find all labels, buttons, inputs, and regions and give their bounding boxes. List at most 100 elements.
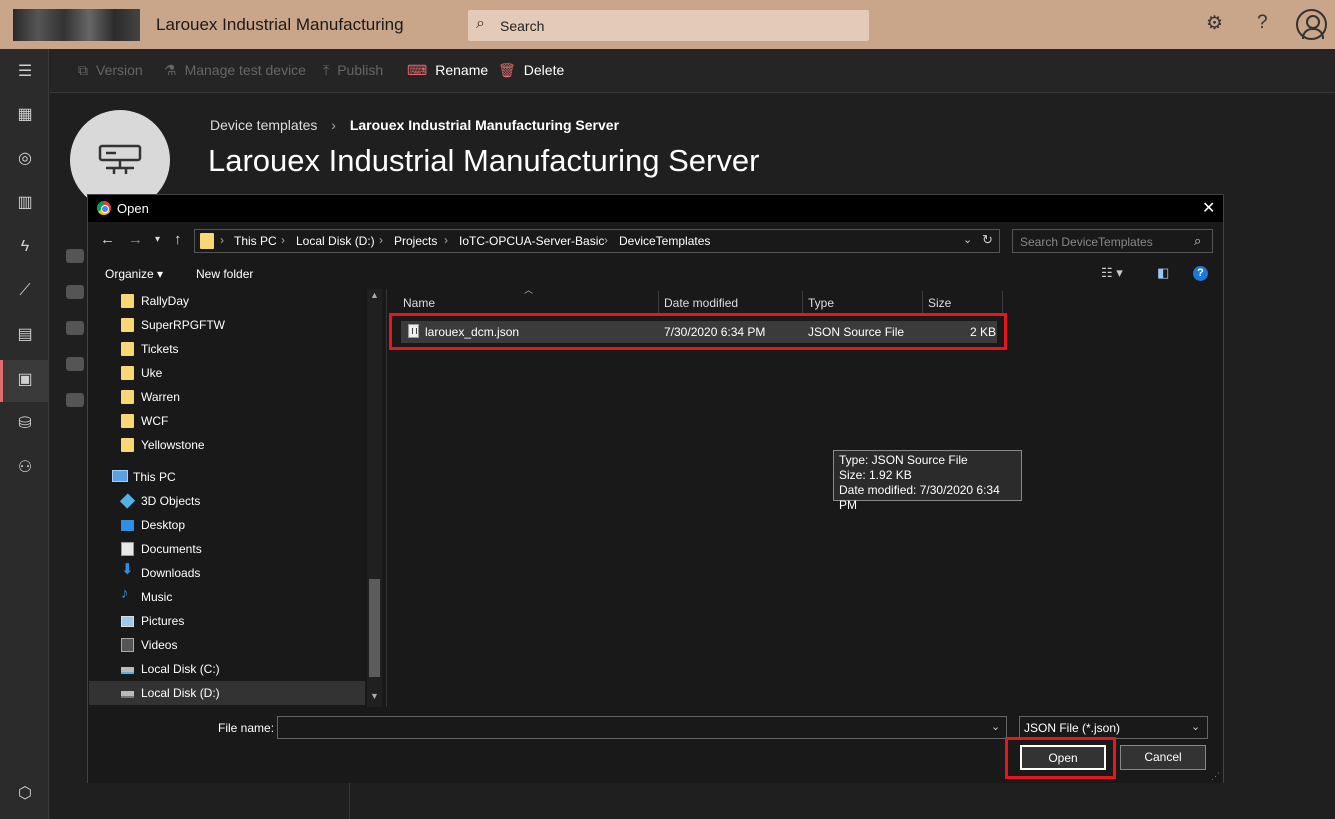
nav-item-warren[interactable]: Warren <box>89 385 365 409</box>
copy-icon: ⧉ <box>78 62 88 78</box>
file-type-select[interactable]: JSON File (*.json) ⌄ <box>1019 716 1208 739</box>
chrome-icon <box>97 201 111 215</box>
new-folder-button[interactable]: New folder <box>196 267 253 281</box>
folder-icon <box>121 318 134 332</box>
chevron-down-icon[interactable]: ⌄ <box>991 720 1000 733</box>
dialog-command-bar: Organize ▾ New folder ☷ ▾ ◧ ? <box>88 258 1223 288</box>
nav-item-desktop[interactable]: Desktop <box>89 513 365 537</box>
nav-item-yellowstone[interactable]: Yellowstone <box>89 433 365 457</box>
administration-icon[interactable]: ⬡ <box>15 784 35 804</box>
path-segment[interactable]: This PC <box>234 234 277 248</box>
chevron-down-icon: ⌄ <box>1191 721 1201 733</box>
nav-item-videos[interactable]: Videos <box>89 633 365 657</box>
videos-icon <box>121 638 134 652</box>
sort-ascending-icon: ︿ <box>524 285 534 295</box>
page-title: Larouex Industrial Manufacturing Server <box>208 143 760 178</box>
flask-icon: ⚗ <box>164 62 177 78</box>
data-export-icon[interactable]: ⛁ <box>15 414 35 434</box>
path-segment[interactable]: IoTC-OPCUA-Server-Basic <box>459 234 604 248</box>
device-templates-icon[interactable]: ▣ <box>15 370 35 390</box>
delete-button[interactable]: 🗑 Delete <box>498 62 564 79</box>
devices-icon[interactable]: ◎ <box>15 149 35 169</box>
folder-icon <box>121 390 134 404</box>
file-name-input[interactable]: ⌄ <box>277 716 1007 739</box>
gear-icon[interactable]: ⚙ <box>1206 12 1223 35</box>
publish-button[interactable]: ⤒ Publish <box>323 62 383 79</box>
recent-locations-icon[interactable]: ▾ <box>155 234 160 245</box>
nav-item-uke[interactable]: Uke <box>89 361 365 385</box>
rename-button[interactable]: ⌨ Rename <box>407 62 488 79</box>
download-icon: ⬇ <box>121 561 134 578</box>
nav-item-wcf[interactable]: WCF <box>89 409 365 433</box>
nav-item-3d-objects[interactable]: 3D Objects <box>89 489 365 513</box>
nav-item-downloads[interactable]: ⬇ Downloads <box>89 561 365 585</box>
preview-pane-icon[interactable]: ◧ <box>1157 265 1169 281</box>
path-segment[interactable]: Projects <box>394 234 437 248</box>
global-search[interactable]: ⌕ Search <box>468 10 869 41</box>
nav-item-rallyday[interactable]: RallyDay <box>89 289 365 313</box>
column-type[interactable]: Type <box>808 296 834 310</box>
help-icon[interactable]: ? <box>1193 266 1208 281</box>
scroll-down-icon[interactable]: ▼ <box>370 691 379 701</box>
help-icon[interactable]: ? <box>1257 12 1268 34</box>
folder-icon <box>121 366 134 380</box>
highlight-file-row <box>389 313 1007 350</box>
path-segment[interactable]: DeviceTemplates <box>619 234 710 248</box>
rename-icon: ⌨ <box>407 62 428 78</box>
avatar[interactable] <box>1296 9 1327 40</box>
address-bar[interactable]: › This PC › Local Disk (D:) › Projects ›… <box>194 229 1000 253</box>
chevron-right-icon: › <box>331 117 336 133</box>
nav-item-pictures[interactable]: Pictures <box>89 609 365 633</box>
refresh-icon[interactable]: ↻ <box>982 232 993 248</box>
device-groups-icon[interactable]: ▥ <box>15 193 35 213</box>
organize-menu[interactable]: Organize ▾ <box>105 267 163 281</box>
up-arrow-icon[interactable]: ↑ <box>174 231 182 248</box>
pictures-icon <box>121 616 134 627</box>
sidebar-placeholder <box>66 321 84 335</box>
back-arrow-icon[interactable]: ← <box>100 231 115 248</box>
rules-icon[interactable]: ϟ <box>15 237 35 257</box>
resize-grip-icon[interactable]: ⋰ <box>1211 771 1220 782</box>
view-options-icon[interactable]: ☷ ▾ <box>1101 265 1123 281</box>
desktop-icon <box>121 520 134 531</box>
analytics-icon[interactable]: ⟋ <box>15 281 35 301</box>
sidebar-placeholder <box>66 285 84 299</box>
jobs-icon[interactable]: ▤ <box>15 325 35 345</box>
sidebar-placeholder <box>66 249 84 263</box>
scroll-up-icon[interactable]: ▲ <box>370 290 379 300</box>
dialog-title: Open <box>117 201 149 216</box>
nav-item-this-pc[interactable]: This PC <box>89 465 365 489</box>
nav-item-local-disk-d[interactable]: Local Disk (D:) <box>89 681 365 705</box>
nav-item-tickets[interactable]: Tickets <box>89 337 365 361</box>
forward-arrow-icon[interactable]: → <box>128 231 143 248</box>
folder-icon <box>121 342 134 356</box>
column-size[interactable]: Size <box>928 296 951 310</box>
column-date-modified[interactable]: Date modified <box>664 296 738 310</box>
cancel-button[interactable]: Cancel <box>1120 745 1206 770</box>
nav-item-music[interactable]: ♪ Music <box>89 585 365 609</box>
nav-item-local-disk-c[interactable]: Local Disk (C:) <box>89 657 365 681</box>
folder-icon <box>121 294 134 308</box>
search-placeholder: Search <box>500 18 545 34</box>
path-segment[interactable]: Local Disk (D:) <box>296 234 375 248</box>
manage-test-device-button[interactable]: ⚗ Manage test device <box>164 62 306 79</box>
breadcrumb-device-templates[interactable]: Device templates <box>210 117 317 133</box>
documents-icon <box>121 542 134 556</box>
folder-search-input[interactable]: Search DeviceTemplates ⌕ <box>1012 229 1213 253</box>
upload-icon: ⤒ <box>323 62 330 78</box>
scroll-thumb[interactable] <box>369 579 380 677</box>
chevron-down-icon[interactable]: ⌄ <box>963 233 972 246</box>
app-logo[interactable] <box>13 9 140 41</box>
nav-item-superrpgftw[interactable]: SuperRPGFTW <box>89 313 365 337</box>
hamburger-menu-icon[interactable]: ☰ <box>15 62 35 82</box>
nav-scrollbar[interactable]: ▲ ▼ <box>367 289 382 707</box>
breadcrumb-current: Larouex Industrial Manufacturing Server <box>349 117 620 133</box>
search-icon: ⌕ <box>476 15 485 32</box>
dashboard-icon[interactable]: ▦ <box>15 105 35 125</box>
drive-icon <box>121 667 134 674</box>
nav-item-documents[interactable]: Documents <box>89 537 365 561</box>
permissions-icon[interactable]: ⚇ <box>15 458 35 478</box>
version-button[interactable]: ⧉ Version <box>78 62 143 79</box>
column-name[interactable]: Name <box>403 296 435 310</box>
close-icon[interactable]: ✕ <box>1202 198 1215 218</box>
